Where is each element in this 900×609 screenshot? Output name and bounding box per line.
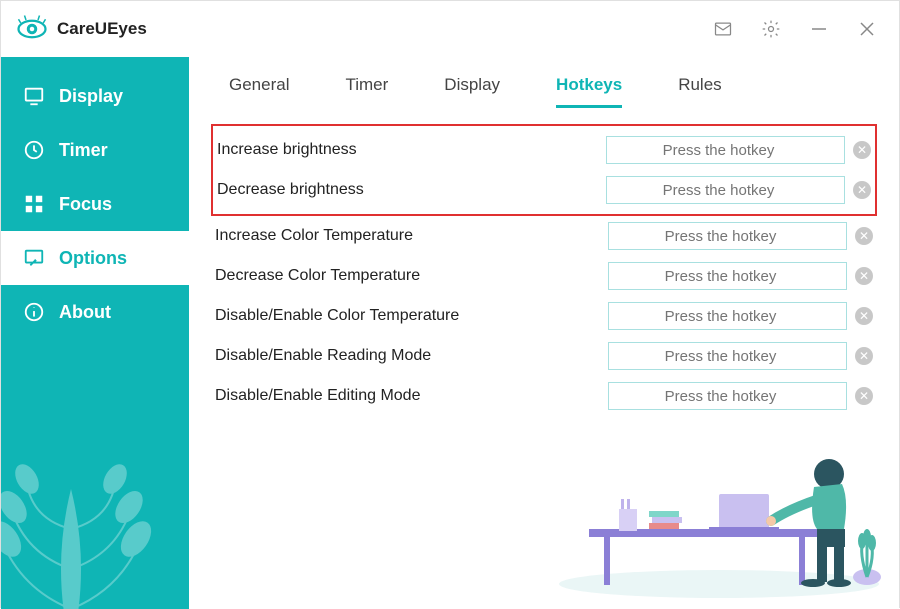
clear-hotkey-icon[interactable]: ✕ — [853, 141, 871, 159]
leaf-decoration — [1, 389, 171, 609]
sidebar-item-timer[interactable]: Timer — [1, 123, 189, 177]
hotkey-label: Disable/Enable Color Temperature — [215, 307, 459, 325]
minimize-button[interactable] — [807, 17, 831, 41]
sidebar-item-display[interactable]: Display — [1, 69, 189, 123]
clear-hotkey-icon[interactable]: ✕ — [855, 267, 873, 285]
eye-logo-icon — [17, 14, 47, 44]
grid-icon — [23, 193, 45, 215]
tab-timer[interactable]: Timer — [345, 75, 388, 108]
clear-hotkey-icon[interactable]: ✕ — [855, 347, 873, 365]
hotkey-input-toggle-editing[interactable] — [608, 382, 847, 410]
clear-hotkey-icon[interactable]: ✕ — [855, 227, 873, 245]
info-icon — [23, 301, 45, 323]
hotkey-row: Increase Color Temperature ✕ — [211, 216, 877, 256]
hotkey-input-increase-color-temp[interactable] — [608, 222, 847, 250]
tabs: General Timer Display Hotkeys Rules — [189, 57, 899, 108]
tab-rules[interactable]: Rules — [678, 75, 721, 108]
clear-hotkey-icon[interactable]: ✕ — [853, 181, 871, 199]
highlight-box: Increase brightness ✕ Decrease brightnes… — [211, 124, 877, 216]
hotkey-label: Increase Color Temperature — [215, 227, 413, 245]
sidebar-item-label: Display — [59, 86, 123, 107]
sidebar-item-label: About — [59, 302, 111, 323]
titlebar: CareUEyes — [1, 1, 899, 57]
hotkey-input-decrease-brightness[interactable] — [606, 176, 845, 204]
hotkey-row: Disable/Enable Color Temperature ✕ — [211, 296, 877, 336]
hotkey-input-toggle-color-temp[interactable] — [608, 302, 847, 330]
app-logo: CareUEyes — [17, 14, 147, 44]
settings-icon[interactable] — [759, 17, 783, 41]
sidebar-item-options[interactable]: Options — [1, 231, 189, 285]
tab-hotkeys[interactable]: Hotkeys — [556, 75, 622, 108]
main-panel: General Timer Display Hotkeys Rules Incr… — [189, 57, 899, 609]
hotkey-label: Decrease brightness — [217, 181, 364, 199]
sidebar-item-about[interactable]: About — [1, 285, 189, 339]
feedback-icon[interactable] — [711, 17, 735, 41]
hotkey-label: Decrease Color Temperature — [215, 267, 420, 285]
sidebar-item-label: Options — [59, 248, 127, 269]
hotkey-list: Increase brightness ✕ Decrease brightnes… — [189, 108, 899, 416]
close-button[interactable] — [855, 17, 879, 41]
hotkey-label: Increase brightness — [217, 141, 357, 159]
hotkey-input-increase-brightness[interactable] — [606, 136, 845, 164]
hotkey-input-toggle-reading[interactable] — [608, 342, 847, 370]
options-icon — [23, 247, 45, 269]
illustration — [549, 399, 889, 599]
app-name: CareUEyes — [57, 19, 147, 39]
hotkey-row: Decrease brightness ✕ — [213, 170, 875, 210]
tab-general[interactable]: General — [229, 75, 289, 108]
sidebar: Display Timer Focus Options About — [1, 57, 189, 609]
sidebar-item-label: Timer — [59, 140, 108, 161]
hotkey-label: Disable/Enable Reading Mode — [215, 347, 431, 365]
monitor-icon — [23, 85, 45, 107]
sidebar-item-label: Focus — [59, 194, 112, 215]
clear-hotkey-icon[interactable]: ✕ — [855, 387, 873, 405]
hotkey-row: Increase brightness ✕ — [213, 130, 875, 170]
hotkey-row: Disable/Enable Reading Mode ✕ — [211, 336, 877, 376]
hotkey-row: Disable/Enable Editing Mode ✕ — [211, 376, 877, 416]
clear-hotkey-icon[interactable]: ✕ — [855, 307, 873, 325]
hotkey-label: Disable/Enable Editing Mode — [215, 387, 420, 405]
sidebar-item-focus[interactable]: Focus — [1, 177, 189, 231]
hotkey-input-decrease-color-temp[interactable] — [608, 262, 847, 290]
tab-display[interactable]: Display — [444, 75, 500, 108]
hotkey-row: Decrease Color Temperature ✕ — [211, 256, 877, 296]
clock-icon — [23, 139, 45, 161]
